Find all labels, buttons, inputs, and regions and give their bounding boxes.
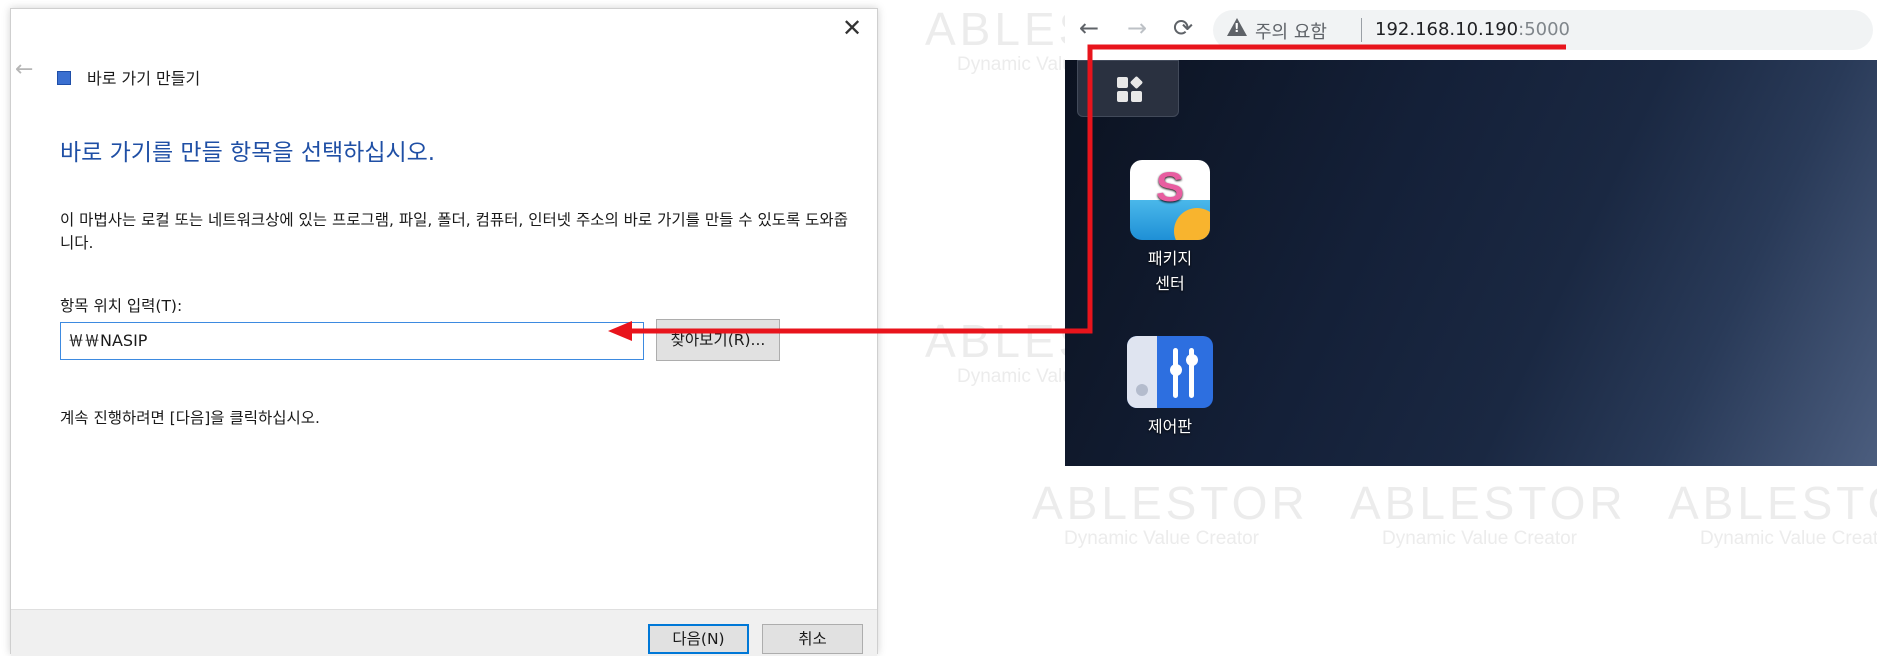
annotation-arrowhead [608,321,632,341]
annotation-overlay [608,44,1566,341]
annotation-line [625,44,1566,334]
